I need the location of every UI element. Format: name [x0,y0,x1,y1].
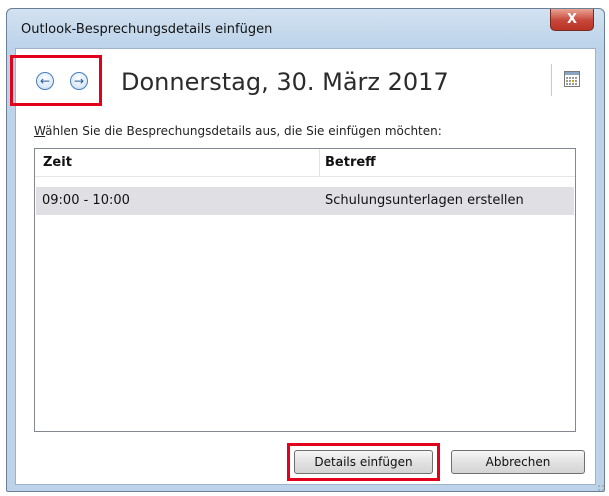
meeting-time: 09:00 - 10:00 [42,193,130,208]
dialog-title: Outlook-Besprechungsdetails einfügen [21,22,273,37]
list-header: Zeit Betreff [35,149,575,177]
column-header-time[interactable]: Zeit [43,155,72,170]
instruction-label: Wählen Sie die Besprechungsdetails aus, … [34,124,442,138]
close-icon: X [566,12,578,27]
previous-day-button[interactable]: ← [36,72,54,90]
nav-highlight-box [10,55,102,106]
close-button[interactable]: X [550,9,594,31]
date-heading: Donnerstag, 30. März 2017 [121,68,449,96]
list-item[interactable]: 09:00 - 10:00 Schulungsunterlagen erstel… [36,187,574,215]
arrow-left-icon: ← [39,74,51,88]
insert-details-button[interactable]: Details einfügen [294,450,433,474]
column-separator[interactable] [319,149,320,176]
cancel-button[interactable]: Abbrechen [451,450,585,474]
calendar-icon[interactable] [564,71,580,87]
next-day-button[interactable]: → [70,72,88,90]
meeting-list[interactable]: Zeit Betreff 09:00 - 10:00 Schulungsunte… [34,148,576,432]
resize-grip[interactable] [597,484,605,492]
instruction-text: ählen Sie die Besprechungsdetails aus, d… [45,124,442,138]
column-header-subject[interactable]: Betreff [325,155,376,170]
arrow-right-icon: → [73,74,85,88]
meeting-subject: Schulungsunterlagen erstellen [325,193,524,208]
instruction-accelerator: W [34,124,46,138]
title-bar[interactable]: Outlook-Besprechungsdetails einfügen X [7,9,604,47]
header-divider [551,64,552,96]
